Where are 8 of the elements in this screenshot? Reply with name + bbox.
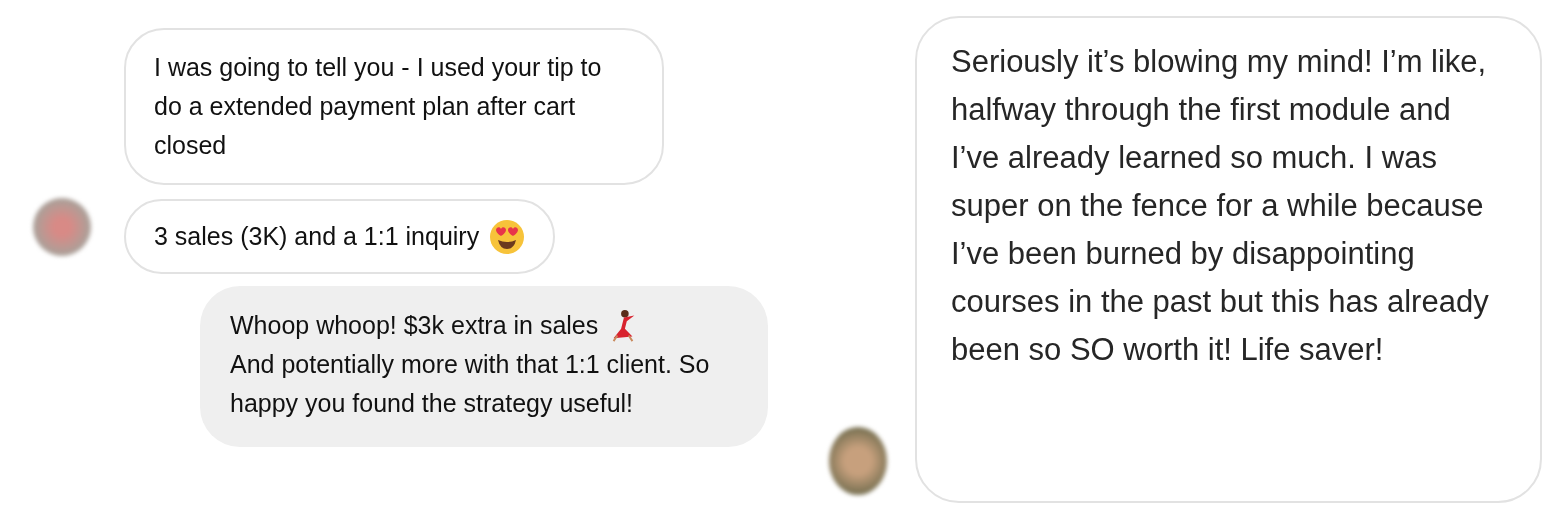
message-text: Whoop whoop! $3k extra in sales — [230, 310, 599, 341]
avatar-icon — [828, 427, 887, 495]
avatar-icon — [33, 198, 91, 256]
message-text: And potentially more with that 1:1 client. So happy you found the strategy useful! — [230, 349, 711, 419]
message-bubble: I was going to tell you - I used your tip to do a extended payment plan after cart closed — [124, 28, 664, 185]
message-text: 3 sales (3K) and a 1:1 inquiry — [154, 221, 480, 252]
heart-eyes-face-icon — [489, 218, 526, 255]
message-bubble: Seriously it’s blowing my mind! I’m like, halfway through the first module and I’ve already learned so much. I was super on the fence for a while because I’ve been burned by disappointing courses in the past but this has already been so SO worth it! Life saver! — [915, 16, 1542, 503]
